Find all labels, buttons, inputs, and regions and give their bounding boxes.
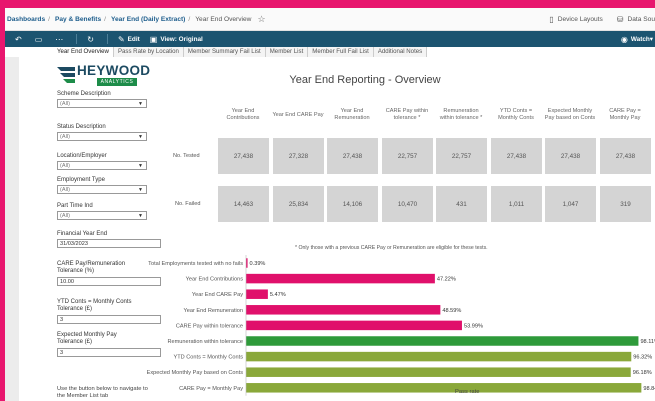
bar-value-label: 96.18%: [633, 370, 652, 376]
bar[interactable]: [246, 320, 462, 331]
bar-category-label: Remuneration within tolerance: [167, 339, 243, 345]
bar-value-label: 48.59%: [442, 308, 461, 314]
bar-category-label: Year End Remuneration: [184, 308, 244, 314]
bar[interactable]: [246, 351, 632, 362]
pass-rate-chart: Total Employments tested with no fails 0.…: [147, 255, 655, 396]
bar-value-label: 5.47%: [270, 292, 286, 298]
bar-value-label: 53.99%: [464, 323, 483, 329]
bar-value-label: 47.22%: [437, 277, 456, 283]
bar[interactable]: [246, 289, 268, 299]
bar-category-label: CARE Pay = Monthly Pay: [179, 386, 243, 392]
x-axis-label: Pass rate: [455, 389, 480, 395]
bar-category-label: Year End CARE Pay: [192, 292, 243, 298]
bar[interactable]: [246, 336, 639, 346]
bar[interactable]: [246, 273, 435, 284]
bar[interactable]: [246, 367, 631, 377]
bar[interactable]: [246, 305, 441, 315]
bar-category-label: Year End Contributions: [186, 277, 244, 283]
bar-value-label: 0.39%: [250, 261, 266, 267]
workbook: Dashboards / Pay & Benefits / Year End (…: [5, 8, 655, 401]
bar-value-label: 96.32%: [633, 355, 652, 361]
bar-value-label: 98.84%: [643, 386, 655, 392]
bar-category-label: Expected Monthly Pay based on Conts: [147, 370, 244, 376]
bar[interactable]: [246, 383, 642, 393]
bar-category-label: Total Employments tested with no fails: [148, 261, 243, 267]
bar-category-label: YTD Conts = Monthly Conts: [174, 355, 244, 361]
bar-category-label: CARE Pay within tolerance: [176, 323, 243, 329]
bar-value-label: 98.11%: [640, 339, 655, 345]
